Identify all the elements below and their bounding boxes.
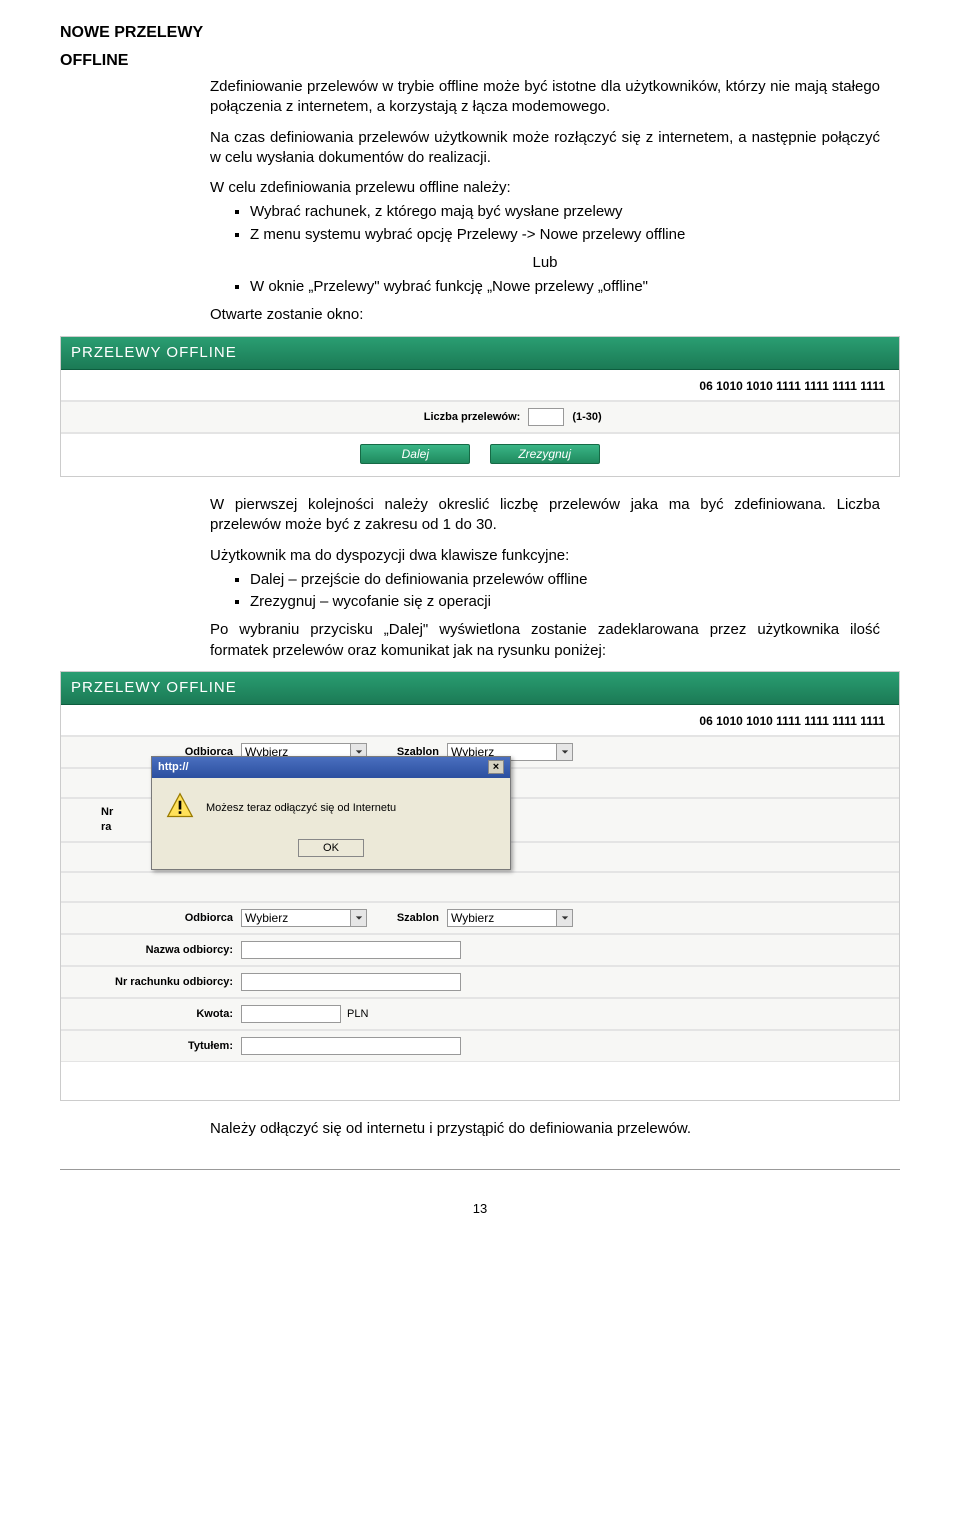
closing-paragraph: Należy odłączyć się od internetu i przys… bbox=[210, 1119, 880, 1139]
step-item-1: Wybrać rachunek, z którego mają być wysł… bbox=[250, 202, 880, 222]
chevron-down-icon[interactable] bbox=[557, 909, 573, 927]
func-item-next: Dalej – przejście do definiowania przele… bbox=[250, 570, 880, 590]
dialog-message: Możesz teraz odłączyć się od Internetu bbox=[206, 801, 396, 816]
intro-paragraph-2: Na czas definiowania przelewów użytkowni… bbox=[210, 128, 880, 169]
title-label: Tytułem: bbox=[71, 1039, 241, 1054]
currency-label: PLN bbox=[347, 1007, 368, 1022]
account-no-label: Nr rachunku odbiorcy: bbox=[71, 975, 241, 990]
footer-rule bbox=[60, 1169, 900, 1170]
chevron-down-icon[interactable] bbox=[557, 743, 573, 761]
step-item-2: Z menu systemu wybrać opcję Przelewy -> … bbox=[250, 225, 880, 245]
page-number: 13 bbox=[60, 1200, 900, 1218]
func-list: Dalej – przejście do definiowania przele… bbox=[250, 570, 880, 613]
template-label-2: Szablon bbox=[367, 911, 447, 926]
close-icon[interactable]: × bbox=[488, 760, 504, 774]
title-input[interactable] bbox=[241, 1037, 461, 1055]
recipient-name-label: Nazwa odbiorcy: bbox=[71, 943, 241, 958]
warning-icon bbox=[166, 792, 194, 825]
page-title-line1: NOWE PRZELEWY bbox=[60, 22, 900, 44]
page-title-line2: OFFLINE bbox=[60, 50, 900, 72]
count-label: Liczba przelewów: bbox=[358, 410, 528, 425]
template-select-2[interactable] bbox=[447, 909, 557, 927]
open-window-text: Otwarte zostanie okno: bbox=[210, 305, 880, 325]
dialog-title: http:// bbox=[158, 760, 189, 775]
recipient-select-2[interactable] bbox=[241, 909, 351, 927]
account-number: 06 1010 1010 1111 1111 1111 1111 bbox=[61, 370, 899, 401]
offline-panel-simple: PRZELEWY OFFLINE 06 1010 1010 1111 1111 … bbox=[60, 336, 900, 477]
count-hint: (1-30) bbox=[572, 410, 601, 425]
panel-header: PRZELEWY OFFLINE bbox=[61, 337, 899, 370]
after-func-para: Po wybraniu przycisku „Dalej" wyświetlon… bbox=[210, 620, 880, 661]
amount-label: Kwota: bbox=[71, 1007, 241, 1022]
disconnect-dialog: http:// × Możesz teraz odłączyć się od I… bbox=[151, 756, 511, 870]
recipient-name-input[interactable] bbox=[241, 941, 461, 959]
next-button[interactable]: Dalej bbox=[360, 444, 470, 464]
panel2-account: 06 1010 1010 1111 1111 1111 1111 bbox=[61, 705, 899, 736]
amount-input[interactable] bbox=[241, 1005, 341, 1023]
ok-button[interactable]: OK bbox=[298, 839, 364, 857]
count-input[interactable] bbox=[528, 408, 564, 426]
func-item-cancel: Zrezygnuj – wycofanie się z operacji bbox=[250, 592, 880, 612]
after-panel-para: W pierwszej kolejności należy okreslić l… bbox=[210, 495, 880, 536]
account-no-input[interactable] bbox=[241, 973, 461, 991]
steps-lead: W celu zdefiniowania przelewu offline na… bbox=[210, 178, 880, 198]
intro-paragraph-1: Zdefiniowanie przelewów w trybie offline… bbox=[210, 77, 880, 118]
step-item-3: W oknie „Przelewy" wybrać funkcję „Nowe … bbox=[250, 277, 880, 297]
steps-list-2: W oknie „Przelewy" wybrać funkcję „Nowe … bbox=[250, 277, 880, 297]
recipient-label-2: Odbiorca bbox=[71, 911, 241, 926]
func-lead: Użytkownik ma do dyspozycji dwa klawisze… bbox=[210, 546, 880, 566]
cancel-button[interactable]: Zrezygnuj bbox=[490, 444, 600, 464]
steps-list: Wybrać rachunek, z którego mają być wysł… bbox=[250, 202, 880, 245]
panel2-header: PRZELEWY OFFLINE bbox=[61, 672, 899, 705]
nr-short-label: Nr ra bbox=[71, 805, 131, 835]
or-label: Lub bbox=[210, 253, 880, 273]
offline-panel-form: PRZELEWY OFFLINE 06 1010 1010 1111 1111 … bbox=[60, 671, 900, 1101]
chevron-down-icon[interactable] bbox=[351, 909, 367, 927]
